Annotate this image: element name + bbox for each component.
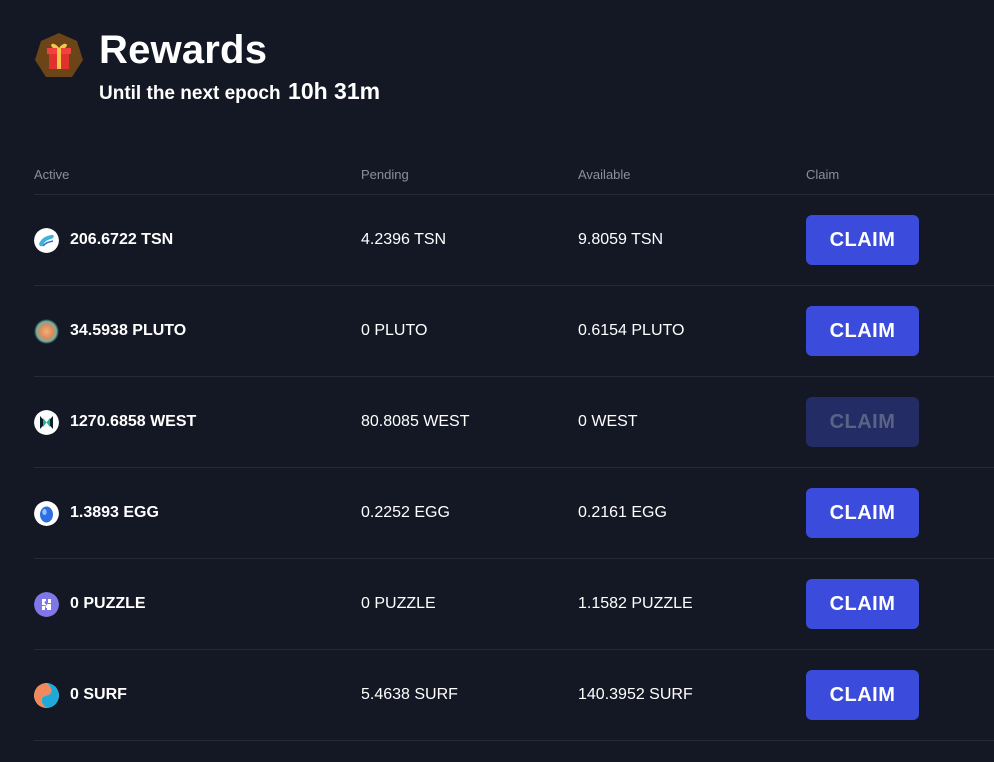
column-header-active: Active [34, 167, 70, 182]
claim-cell: CLAIM [806, 195, 919, 285]
claim-button[interactable]: CLAIM [806, 670, 919, 720]
pending-amount: 5.4638 SURF [361, 686, 458, 703]
column-header-available: Available [578, 167, 631, 182]
table-row: 34.5938 PLUTO 0 PLUTO 0.6154 PLUTO CLAIM [34, 286, 994, 377]
epoch-countdown: Until the next epoch 10h 31m [99, 78, 380, 105]
table-row: 0 SURF 5.4638 SURF 140.3952 SURF CLAIM [34, 650, 994, 741]
active-amount: 0 SURF [70, 686, 127, 703]
tsn-token-icon [34, 227, 59, 253]
pluto-token-icon [34, 318, 59, 344]
active-cell: 0 SURF [34, 650, 127, 740]
claim-cell: CLAIM [806, 559, 919, 649]
active-cell: 34.5938 PLUTO [34, 286, 186, 376]
claim-button[interactable]: CLAIM [806, 488, 919, 538]
active-amount: 1270.6858 WEST [70, 413, 197, 430]
claim-button[interactable]: CLAIM [806, 215, 919, 265]
table-row: 206.6722 TSN 4.2396 TSN 9.8059 TSN CLAIM [34, 195, 994, 286]
page-title: Rewards [99, 28, 268, 72]
available-amount: 0.6154 PLUTO [578, 322, 685, 339]
pending-amount: 80.8085 WEST [361, 413, 470, 430]
available-amount: 1.1582 PUZZLE [578, 595, 693, 612]
egg-token-icon [34, 500, 59, 526]
active-amount: 34.5938 PLUTO [70, 322, 187, 339]
west-token-icon [34, 409, 59, 435]
claim-cell: CLAIM [806, 468, 919, 558]
active-amount: 206.6722 TSN [70, 231, 174, 248]
pending-amount: 0 PLUTO [361, 322, 428, 339]
table-row: 1.3893 EGG 0.2252 EGG 0.2161 EGG CLAIM [34, 468, 994, 559]
column-header-claim: Claim [806, 167, 840, 182]
active-amount: 0 PUZZLE [70, 595, 146, 612]
active-cell: 0 PUZZLE [34, 559, 146, 649]
pending-amount: 0 PUZZLE [361, 595, 436, 612]
claim-cell: CLAIM [806, 286, 919, 376]
active-cell: 1.3893 EGG [34, 468, 159, 558]
column-header-pending: Pending [361, 167, 409, 182]
available-amount: 9.8059 TSN [578, 231, 664, 248]
claim-button-disabled[interactable]: CLAIM [806, 397, 919, 447]
pending-amount: 0.2252 EGG [361, 504, 450, 521]
surf-token-icon [34, 682, 59, 708]
epoch-timer: 10h 31m [288, 78, 381, 104]
pending-amount: 4.2396 TSN [361, 231, 447, 248]
active-cell: 206.6722 TSN [34, 195, 173, 285]
claim-button[interactable]: CLAIM [806, 306, 919, 356]
table-header: Active Pending Available Claim [34, 160, 994, 195]
available-amount: 140.3952 SURF [578, 686, 693, 703]
table-row: 1270.6858 WEST 80.8085 WEST 0 WEST CLAIM [34, 377, 994, 468]
available-amount: 0.2161 EGG [578, 504, 667, 521]
active-amount: 1.3893 EGG [70, 504, 159, 521]
table-row: 0 PUZZLE 0 PUZZLE 1.1582 PUZZLE CLAIM [34, 559, 994, 650]
claim-cell: CLAIM [806, 377, 919, 467]
rewards-table: Active Pending Available Claim 206.6722 … [34, 160, 994, 741]
gift-icon [34, 32, 84, 82]
puzzle-token-icon [34, 591, 59, 617]
epoch-label: Until the next epoch [99, 83, 281, 104]
active-cell: 1270.6858 WEST [34, 377, 196, 467]
available-amount: 0 WEST [578, 413, 638, 430]
claim-button[interactable]: CLAIM [806, 579, 919, 629]
rewards-page: Rewards Until the next epoch 10h 31m Act… [0, 0, 994, 762]
claim-cell: CLAIM [806, 650, 919, 740]
